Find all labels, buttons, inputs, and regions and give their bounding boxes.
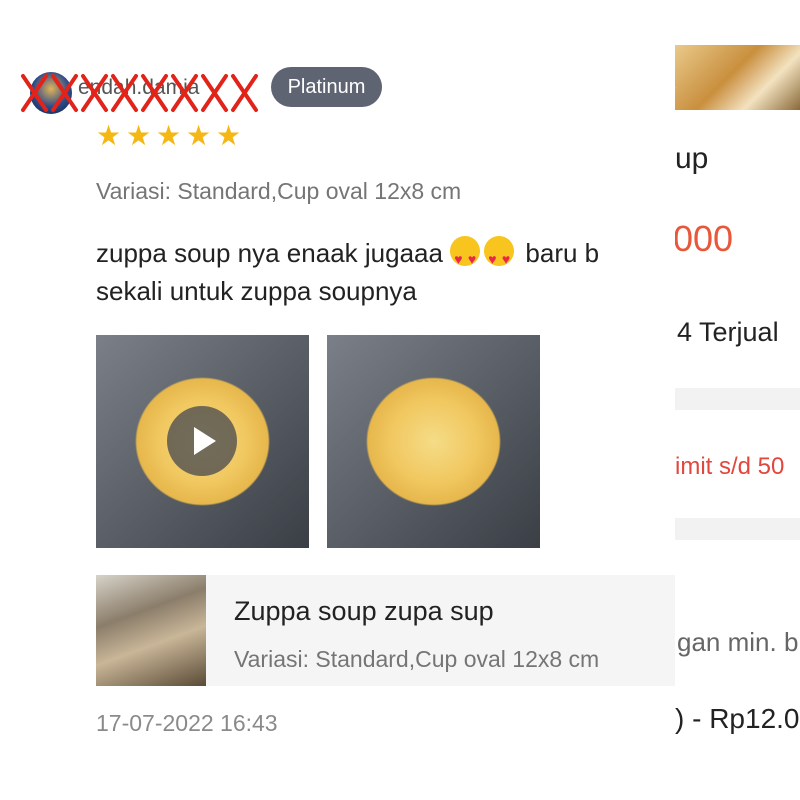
redaction-mark [21, 74, 258, 112]
background-price-range: ) - Rp12.0 [675, 703, 800, 734]
review-text-part2: baru b [525, 238, 600, 268]
background-min-text: gan min. b [677, 627, 799, 657]
review-text-line2: sekali untuk zuppa soupnya [96, 276, 417, 306]
background-product-title: up [675, 142, 709, 175]
rating-stars: ★ ★ ★ ★ ★ [96, 120, 242, 151]
review-timestamp: 17-07-2022 16:43 [96, 710, 278, 736]
star-icon: ★ [96, 120, 122, 151]
review-video-thumbnail[interactable] [96, 335, 309, 548]
review-variation: Variasi: Standard,Cup oval 12x8 cm [96, 178, 462, 204]
review-photo-thumbnail[interactable] [327, 335, 540, 548]
star-icon: ★ [126, 120, 152, 151]
product-thumbnail[interactable] [96, 575, 206, 686]
heart-eyes-emoji-icon [484, 236, 515, 278]
product-variation: Variasi: Standard,Cup oval 12x8 cm [234, 646, 600, 672]
play-icon[interactable] [167, 406, 237, 476]
background-product-image [675, 45, 800, 110]
background-divider [675, 518, 800, 540]
member-badge: Platinum [271, 67, 382, 107]
heart-eyes-emoji-icon [450, 236, 481, 278]
background-divider [675, 388, 800, 410]
review-text: zuppa soup nya enaak jugaaa baru b sekal… [96, 234, 676, 310]
background-sold-count: 4 Terjual [677, 317, 779, 347]
background-product-price: 000 [673, 218, 734, 259]
product-name[interactable]: Zuppa soup zupa sup [234, 596, 494, 627]
star-icon: ★ [156, 120, 182, 151]
background-limit-text: imit s/d 50 [675, 453, 785, 480]
star-icon: ★ [216, 120, 242, 151]
purchased-product-card[interactable]: Zuppa soup zupa sup Variasi: Standard,Cu… [96, 575, 675, 686]
star-icon: ★ [186, 120, 212, 151]
review-text-part1: zuppa soup nya enaak jugaaa [96, 238, 443, 268]
